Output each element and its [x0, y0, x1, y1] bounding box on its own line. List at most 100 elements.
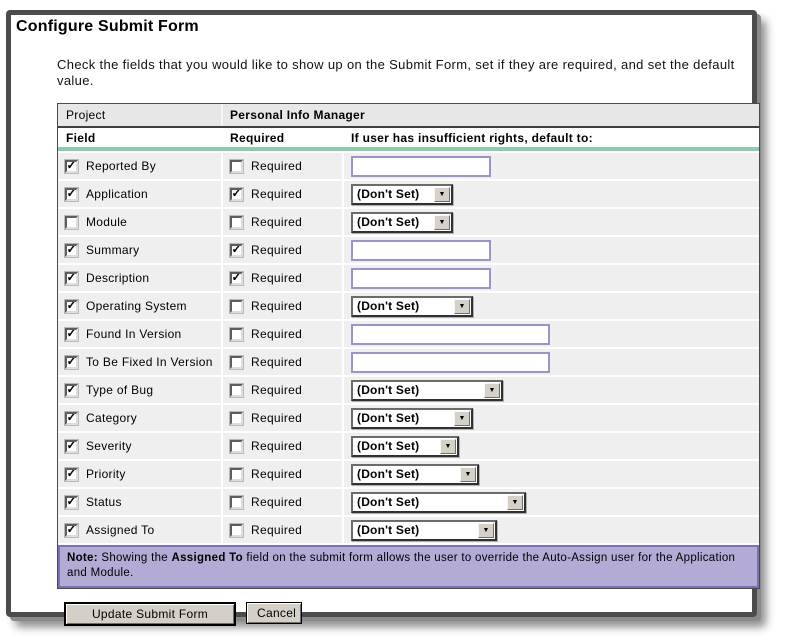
required-cell: ✓ Required [223, 349, 344, 375]
required-checkbox[interactable]: ✓ [230, 328, 243, 341]
required-label: Required [251, 159, 302, 173]
required-checkbox[interactable]: ✓ [230, 384, 243, 397]
required-checkbox[interactable]: ✓ [230, 188, 243, 201]
field-checkbox[interactable]: ✓ [65, 440, 78, 453]
field-label: Application [86, 187, 148, 201]
chevron-down-icon[interactable]: ▼ [434, 215, 450, 230]
field-label: Status [86, 495, 122, 509]
chevron-down-icon[interactable]: ▼ [454, 299, 470, 314]
required-label: Required [251, 215, 302, 229]
default-value-select[interactable]: (Don't Set)▼ [351, 380, 503, 401]
checkbox-check-icon: ✓ [231, 189, 241, 198]
field-cell: ✓ Priority [58, 461, 223, 487]
field-checkbox[interactable]: ✓ [65, 244, 78, 257]
cancel-button[interactable]: Cancel [246, 602, 302, 624]
checkbox-check-icon: ✓ [66, 385, 76, 394]
required-label: Required [251, 495, 302, 509]
intro-text: Check the fields that you would like to … [57, 57, 757, 89]
field-checkbox[interactable]: ✓ [65, 524, 78, 537]
column-header-field: Field [58, 128, 223, 147]
required-checkbox[interactable]: ✓ [230, 160, 243, 173]
default-cell [344, 237, 759, 263]
table-row: ✓Type of Bug✓Required(Don't Set)▼ [58, 377, 759, 403]
field-checkbox[interactable]: ✓ [65, 160, 78, 173]
checkbox-check-icon: ✓ [231, 273, 241, 282]
update-submit-form-button[interactable]: Update Submit Form [64, 602, 236, 626]
field-checkbox[interactable]: ✓ [65, 496, 78, 509]
field-checkbox[interactable]: ✓ [65, 384, 78, 397]
required-checkbox[interactable]: ✓ [230, 524, 243, 537]
required-checkbox[interactable]: ✓ [230, 468, 243, 481]
default-value-select[interactable]: (Don't Set)▼ [351, 184, 453, 205]
default-value-select[interactable]: (Don't Set)▼ [351, 212, 453, 233]
default-cell: (Don't Set)▼ [344, 461, 759, 487]
field-label: Module [86, 215, 127, 229]
default-value-input[interactable] [351, 156, 491, 177]
select-value: (Don't Set) [353, 214, 433, 231]
select-value: (Don't Set) [353, 494, 506, 511]
required-checkbox[interactable]: ✓ [230, 300, 243, 313]
default-value-input[interactable] [351, 268, 491, 289]
checkbox-check-icon: ✓ [66, 273, 76, 282]
chevron-down-icon[interactable]: ▼ [434, 187, 450, 202]
project-name: Personal Info Manager [223, 108, 759, 122]
default-cell: (Don't Set)▼ [344, 377, 759, 403]
field-checkbox[interactable]: ✓ [65, 188, 78, 201]
checkbox-check-icon: ✓ [66, 441, 76, 450]
default-cell: (Don't Set)▼ [344, 405, 759, 431]
default-value-input[interactable] [351, 324, 550, 345]
required-cell: ✓Required [223, 237, 344, 263]
field-label: To Be Fixed In Version [86, 355, 213, 369]
default-value-select[interactable]: (Don't Set)▼ [351, 464, 479, 485]
table-row: ✓ Application ✓ Required (Don't Set)▼ [58, 181, 759, 207]
chevron-down-icon[interactable]: ▼ [460, 467, 476, 482]
field-label: Assigned To [86, 523, 154, 537]
field-checkbox[interactable]: ✓ [65, 272, 78, 285]
required-checkbox[interactable]: ✓ [230, 272, 243, 285]
default-value-input[interactable] [351, 240, 491, 261]
chevron-down-icon[interactable]: ▼ [454, 411, 470, 426]
field-checkbox[interactable]: ✓ [65, 216, 78, 229]
required-checkbox[interactable]: ✓ [230, 412, 243, 425]
default-cell [344, 321, 759, 347]
table-row: ✓ Summary ✓Required [58, 237, 759, 263]
default-cell: (Don't Set)▼ [344, 489, 759, 515]
required-label: Required [251, 355, 302, 369]
checkbox-check-icon: ✓ [66, 329, 76, 338]
chevron-down-icon[interactable]: ▼ [484, 383, 500, 398]
table-row: ✓ Assigned To ✓ Required (Don't Set)▼ [58, 517, 759, 543]
default-cell: (Don't Set)▼ [344, 181, 759, 207]
required-cell: ✓ Required [223, 517, 344, 543]
default-value-select[interactable]: (Don't Set)▼ [351, 408, 473, 429]
required-checkbox[interactable]: ✓ [230, 496, 243, 509]
field-label: Priority [86, 467, 126, 481]
field-checkbox[interactable]: ✓ [65, 328, 78, 341]
default-value-select[interactable]: (Don't Set)▼ [351, 520, 497, 541]
required-label: Required [251, 187, 302, 201]
default-value-select[interactable]: (Don't Set)▼ [351, 296, 473, 317]
required-checkbox[interactable]: ✓ [230, 216, 243, 229]
default-cell: (Don't Set)▼ [344, 293, 759, 319]
required-cell: ✓ Required [223, 321, 344, 347]
required-checkbox[interactable]: ✓ [230, 440, 243, 453]
default-value-input[interactable] [351, 352, 550, 373]
field-label: Summary [86, 243, 139, 257]
required-label: Required [251, 327, 302, 341]
table-row: ✓Description✓Required [58, 265, 759, 291]
chevron-down-icon[interactable]: ▼ [478, 523, 494, 538]
field-checkbox[interactable]: ✓ [65, 300, 78, 313]
default-value-select[interactable]: (Don't Set)▼ [351, 436, 459, 457]
chevron-down-icon[interactable]: ▼ [440, 439, 456, 454]
required-cell: ✓ Required [223, 489, 344, 515]
required-checkbox[interactable]: ✓ [230, 244, 243, 257]
field-checkbox[interactable]: ✓ [65, 468, 78, 481]
default-cell [344, 349, 759, 375]
required-checkbox[interactable]: ✓ [230, 356, 243, 369]
chevron-down-icon[interactable]: ▼ [507, 495, 523, 510]
default-value-select[interactable]: (Don't Set)▼ [351, 492, 526, 513]
field-checkbox[interactable]: ✓ [65, 356, 78, 369]
field-cell: ✓Severity [58, 433, 223, 459]
required-label: Required [251, 523, 302, 537]
table-row: ✓Operating System✓Required(Don't Set)▼ [58, 293, 759, 319]
field-checkbox[interactable]: ✓ [65, 412, 78, 425]
